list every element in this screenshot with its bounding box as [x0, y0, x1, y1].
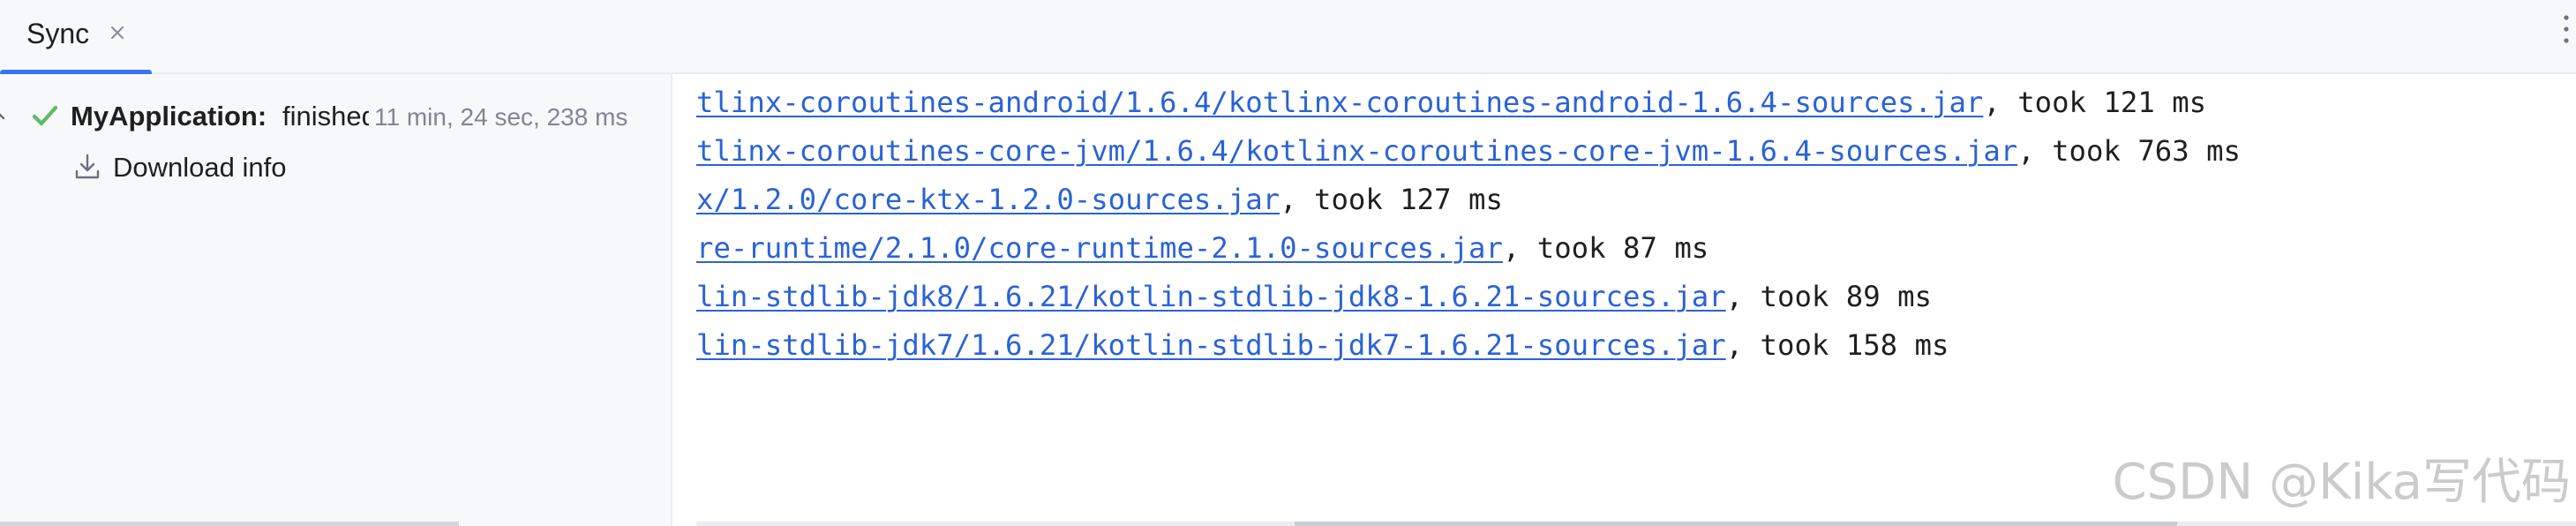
- artifact-link[interactable]: x/1.2.0/core-ktx-1.2.0-sources.jar: [696, 183, 1280, 216]
- task-name: MyApplication:: [71, 101, 267, 132]
- artifact-link[interactable]: tlinx-coroutines-core-jvm/1.6.4/kotlinx-…: [696, 134, 2017, 168]
- console-line: tlinx-coroutines-android/1.6.4/kotlinx-c…: [696, 79, 2206, 127]
- artifact-link[interactable]: re-runtime/2.1.0/core-runtime-2.1.0-sour…: [696, 231, 1503, 265]
- close-icon[interactable]: [104, 19, 131, 46]
- console-scrollbar-thumb[interactable]: [1295, 522, 2177, 526]
- artifact-link[interactable]: lin-stdlib-jdk8/1.6.21/kotlin-stdlib-jdk…: [696, 280, 1726, 313]
- tab-sync-label: Sync: [26, 18, 90, 49]
- console-line: re-runtime/2.1.0/core-runtime-2.1.0-sour…: [696, 224, 1709, 273]
- tab-sync[interactable]: Sync: [0, 0, 152, 76]
- chevron-down-icon[interactable]: [0, 104, 11, 127]
- artifact-link[interactable]: tlinx-coroutines-android/1.6.4/kotlinx-c…: [696, 86, 1983, 119]
- line-suffix: , took 763 ms: [2017, 134, 2241, 168]
- download-info-label: Download info: [113, 152, 287, 183]
- build-tool-window: Sync MyApplication: finished 11 min, 24 …: [0, 0, 2576, 526]
- download-icon: [72, 152, 102, 182]
- tool-window-header: Sync: [0, 0, 2576, 76]
- tree-horizontal-scrollbar[interactable]: [0, 522, 459, 526]
- console-line: x/1.2.0/core-ktx-1.2.0-sources.jar, took…: [696, 176, 1503, 224]
- watermark: CSDN @Kika写代码: [2112, 454, 2571, 511]
- line-suffix: , took 89 ms: [1725, 280, 1933, 313]
- task-duration: 11 min, 24 sec, 238 ms: [374, 103, 628, 131]
- line-suffix: , took 87 ms: [1502, 231, 1709, 265]
- tree-node-download-info[interactable]: Download info: [0, 145, 672, 191]
- success-check-icon: [30, 101, 60, 131]
- task-status: finished: [282, 101, 369, 132]
- console-line: tlinx-coroutines-core-jvm/1.6.4/kotlinx-…: [696, 127, 2241, 176]
- artifact-link[interactable]: lin-stdlib-jdk7/1.6.21/kotlin-stdlib-jdk…: [696, 328, 1726, 362]
- build-tree-panel: MyApplication: finished 11 min, 24 sec, …: [0, 74, 672, 526]
- console-line: lin-stdlib-jdk8/1.6.21/kotlin-stdlib-jdk…: [696, 273, 1932, 321]
- tree-node-myapplication[interactable]: MyApplication: finished 11 min, 24 sec, …: [0, 94, 672, 139]
- more-vertical-icon[interactable]: [2557, 12, 2576, 48]
- line-suffix: , took 158 ms: [1725, 328, 1949, 362]
- line-suffix: , took 127 ms: [1280, 183, 1503, 216]
- line-suffix: , took 121 ms: [1983, 86, 2207, 119]
- console-line: lin-stdlib-jdk7/1.6.21/kotlin-stdlib-jdk…: [696, 321, 1949, 370]
